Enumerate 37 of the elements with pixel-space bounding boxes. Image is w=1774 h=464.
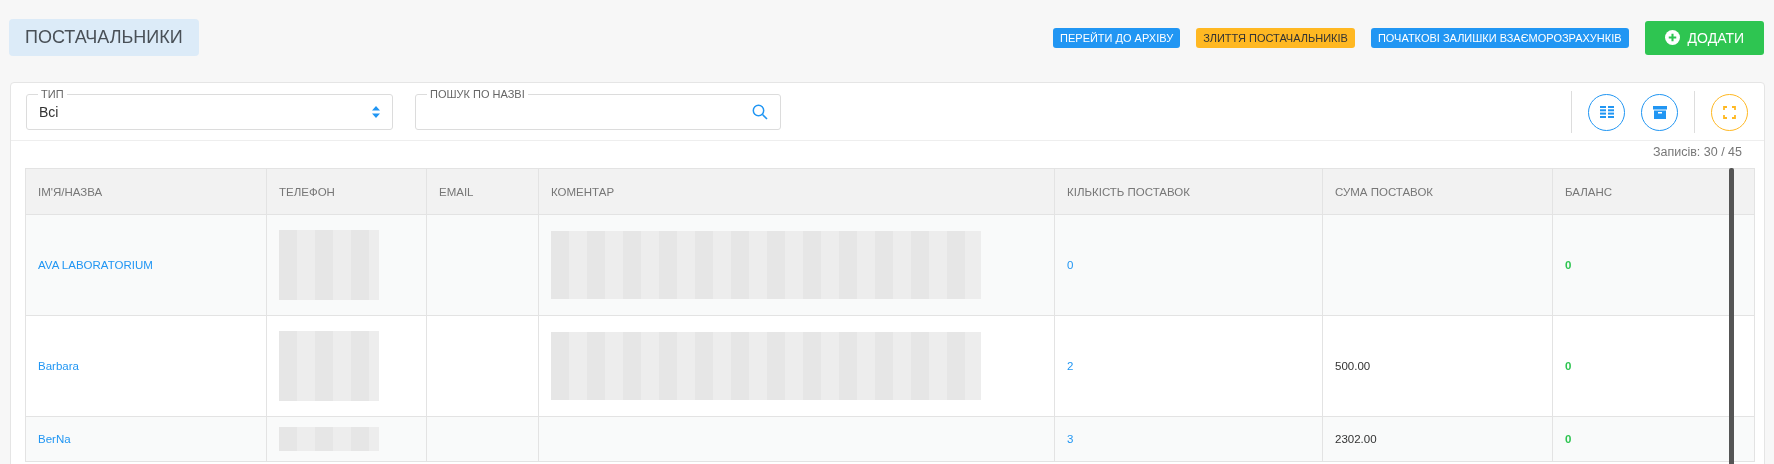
expand-icon [1723, 105, 1736, 119]
header-button[interactable]: ПОЧАТКОВІ ЗАЛИШКИ ВЗАЄМОРОЗРАХУНКІВ [1370, 27, 1629, 48]
search-icon [752, 104, 768, 120]
fullscreen-button[interactable] [1711, 93, 1748, 131]
header-button[interactable]: ЗЛИТТЯ ПОСТАЧАЛЬНИКІВ [1196, 27, 1355, 48]
table-cell: 500.00 [1335, 360, 1371, 372]
deliveries-link[interactable]: 0 [1067, 259, 1074, 271]
field-label: ПОШУК ПО НАЗВІ [427, 87, 528, 101]
balance-value: 0 [1565, 433, 1572, 445]
header-button[interactable]: ПЕРЕЙТИ ДО АРХІВУ [1053, 27, 1181, 48]
archive-button[interactable] [1641, 93, 1678, 131]
column-header: ІМ'Я/НАЗВА [25, 168, 267, 215]
sort-arrows-icon [372, 106, 380, 118]
deliveries-link[interactable]: 2 [1067, 360, 1074, 372]
field-label: ТИП [38, 87, 67, 101]
table-cell: 2302.00 [1335, 433, 1377, 445]
supplier-link[interactable]: AVA LABORATORIUM [38, 259, 153, 271]
archive-box-icon [1652, 105, 1667, 119]
plus-circle-icon [1664, 30, 1680, 45]
columns-button[interactable] [1588, 93, 1625, 131]
column-header: БАЛАНС [1552, 168, 1755, 215]
column-header: КІЛЬКІСТЬ ПОСТАВОК [1054, 168, 1323, 215]
balance-value: 0 [1565, 360, 1572, 372]
add-button[interactable]: ДОДАТИ [1644, 20, 1764, 55]
column-header: КОМЕНТАР [538, 168, 1055, 215]
list-columns-icon [1599, 106, 1614, 118]
balance-value: 0 [1565, 259, 1572, 271]
supplier-link[interactable]: BerNa [38, 433, 71, 445]
supplier-link[interactable]: Barbara [38, 360, 79, 372]
column-header: СУМА ПОСТАВОК [1322, 168, 1553, 215]
deliveries-link[interactable]: 3 [1067, 433, 1074, 445]
records-count: Записів: 30 / 45 [1652, 145, 1742, 159]
column-header: EMAIL [426, 168, 539, 215]
page-title: ПОСТАЧАЛЬНИКИ [9, 19, 199, 56]
scrollbar[interactable] [1729, 168, 1734, 464]
select-value: Всі [39, 104, 59, 120]
column-header: ТЕЛЕФОН [266, 168, 427, 215]
